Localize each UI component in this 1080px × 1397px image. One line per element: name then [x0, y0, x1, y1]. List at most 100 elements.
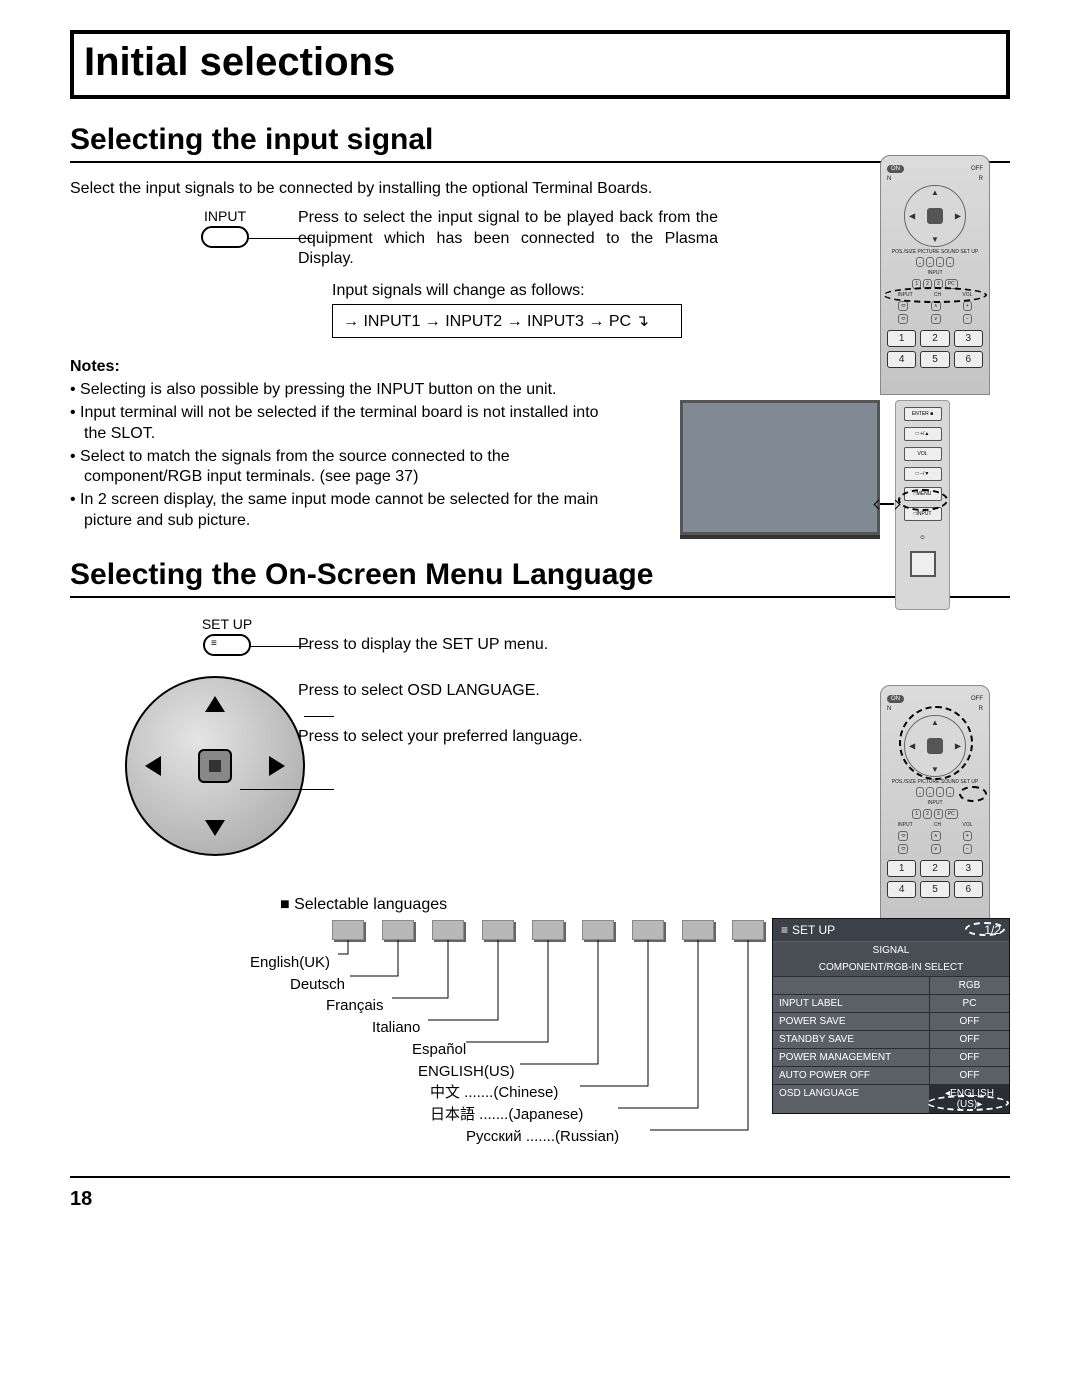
- arrow-left-icon: ◀: [909, 742, 915, 751]
- osd-row-label: POWER SAVE: [773, 1013, 929, 1030]
- mini-btn: +: [963, 301, 972, 311]
- flag-row: [332, 920, 764, 940]
- arrow-right-icon: ▶: [955, 742, 961, 751]
- remote-r-label: R: [979, 176, 983, 182]
- panel-enter-button: ENTER ■: [904, 407, 942, 421]
- osd-row-value: PC: [929, 995, 1009, 1012]
- section1-heading: Selecting the input signal: [70, 123, 1010, 163]
- flow-intro: Input signals will change as follows:: [332, 282, 682, 300]
- highlight-osd-language-icon: [927, 1095, 1009, 1111]
- keypad-key: 4: [887, 351, 916, 368]
- flag-icon: [382, 920, 414, 940]
- menu-lines-icon: ≡: [211, 638, 217, 649]
- note-item: In 2 screen display, the same input mode…: [70, 490, 600, 532]
- arrow-up-icon: ▲: [931, 188, 939, 197]
- osd-row: AUTO POWER OFFOFF: [773, 1066, 1009, 1084]
- osd-row-label: [773, 977, 929, 994]
- remote-illustration-top: ONOFF NR ▲ ▼ ◀ ▶ POS./SIZE PICTURE SOUND…: [880, 155, 990, 395]
- osd-row-label: OSD LANGUAGE: [773, 1085, 929, 1113]
- remote-on-button: ON: [887, 695, 904, 703]
- osd-row-value: OFF: [929, 1013, 1009, 1030]
- osd-row: POWER SAVEOFF: [773, 1012, 1009, 1030]
- mini-btn: ⬭: [898, 844, 908, 854]
- osd-row: POWER MANAGEMENTOFF: [773, 1048, 1009, 1066]
- keypad-key: 6: [954, 881, 983, 898]
- remote-mode-labels: POS./SIZE PICTURE SOUND SET UP: [887, 779, 983, 785]
- remote-dpad: ▲ ▼ ◀ ▶: [904, 715, 966, 777]
- lang-item: 中文 .......(Chinese): [430, 1082, 619, 1104]
- flow-sequence: → INPUT1 → INPUT2 → INPUT3 → PC ↴: [332, 304, 682, 338]
- flag-icon: [582, 920, 614, 940]
- setup-illustration-block: SET UP ≡ Press to display the SET UP men…: [70, 616, 1010, 896]
- lang-item: Русский .......(Russian): [466, 1126, 619, 1148]
- setup-step2: Press to select OSD LANGUAGE.: [298, 682, 583, 700]
- page-number: 18: [70, 1188, 1010, 1211]
- flag-icon: [332, 920, 364, 940]
- flag-icon: [432, 920, 464, 940]
- note-item: Select to match the signals from the sou…: [70, 447, 600, 489]
- notes-label: Notes:: [70, 358, 1010, 376]
- side-panel-illustration: ENTER ■ □ +/▲ VOL □ −/▼ □ MENU □ INPUT ⏻: [895, 400, 950, 610]
- osd-row-value: OFF: [929, 1067, 1009, 1084]
- flag-icon: [632, 920, 664, 940]
- input-flow: Input signals will change as follows: → …: [332, 282, 682, 338]
- osd-row-value: RGB: [929, 977, 1009, 994]
- mini-num: 3: [934, 279, 943, 289]
- mini-btn: −: [963, 844, 972, 854]
- lang-item: Español: [412, 1039, 619, 1061]
- remote-input-label: INPUT: [887, 270, 983, 276]
- keypad-key: 4: [887, 881, 916, 898]
- osd-row-label: POWER MANAGEMENT: [773, 1049, 929, 1066]
- osd-row: SIGNAL: [773, 942, 1009, 959]
- input-button-shape: [201, 226, 249, 248]
- keypad-key: 1: [887, 860, 916, 877]
- mini-num: 3: [934, 809, 943, 819]
- mini-btn: ⎵: [936, 787, 944, 797]
- nav-wheel-illustration: [125, 676, 305, 856]
- setup-button-label: SET UP: [182, 616, 272, 632]
- menu-icon: ≡: [781, 923, 788, 937]
- panel-down-button: □ −/▼: [904, 467, 942, 481]
- keypad-key: 2: [920, 330, 949, 347]
- page-title: Initial selections: [84, 40, 996, 85]
- mini-num: 2: [923, 809, 932, 819]
- input-illustration-block: INPUT Press to select the input signal t…: [70, 208, 1010, 338]
- panel-vol-label: VOL: [917, 451, 927, 457]
- wheel-down-icon: [205, 820, 225, 836]
- panel-input-label: INPUT: [917, 511, 932, 517]
- osd-row: INPUT LABELPC: [773, 994, 1009, 1012]
- osd-setup-box: ≡SET UP 1/2 SIGNALCOMPONENT/RGB-IN SELEC…: [772, 918, 1010, 1114]
- remote-input-btn: INPUT: [898, 822, 913, 828]
- input-button-illustration: INPUT: [180, 208, 270, 248]
- remote-input-label: INPUT: [887, 800, 983, 806]
- leader-line: [240, 789, 334, 790]
- flag-icon: [482, 920, 514, 940]
- mini-btn: ⬭: [898, 314, 908, 324]
- mini-btn: ⬭: [898, 301, 908, 311]
- panel-power-button: [910, 551, 936, 577]
- mini-btn: −: [963, 314, 972, 324]
- remote-vol-label: VOL: [962, 822, 972, 828]
- panel-menu-button: □ MENU: [904, 487, 942, 501]
- arrow-down-icon: ▼: [931, 235, 939, 244]
- remote-keypad: 1 2 3 4 5 6: [887, 860, 983, 898]
- mini-num: 1: [912, 809, 921, 819]
- keypad-key: 5: [920, 881, 949, 898]
- osd-row: COMPONENT/RGB-IN SELECT: [773, 959, 1009, 976]
- mini-btn: +: [963, 831, 972, 841]
- leader-line: [304, 716, 334, 717]
- remote-off-label: OFF: [971, 166, 983, 172]
- osd-row-label: STANDBY SAVE: [773, 1031, 929, 1048]
- section2-heading: Selecting the On-Screen Menu Language: [70, 558, 1010, 598]
- keypad-key: 5: [920, 351, 949, 368]
- osd-row-label: INPUT LABEL: [773, 995, 929, 1012]
- mini-num: 2: [923, 279, 932, 289]
- panel-vol-button: VOL: [904, 447, 942, 461]
- lang-item: Deutsch: [290, 974, 619, 996]
- remote-n-label: N: [887, 706, 891, 712]
- remote-ch-label: CH: [934, 822, 941, 828]
- wheel-center-icon: [198, 749, 232, 783]
- lang-item: English(UK): [250, 952, 619, 974]
- panel-input-button: □ INPUT: [904, 507, 942, 521]
- panel-menu-label: MENU: [917, 491, 932, 497]
